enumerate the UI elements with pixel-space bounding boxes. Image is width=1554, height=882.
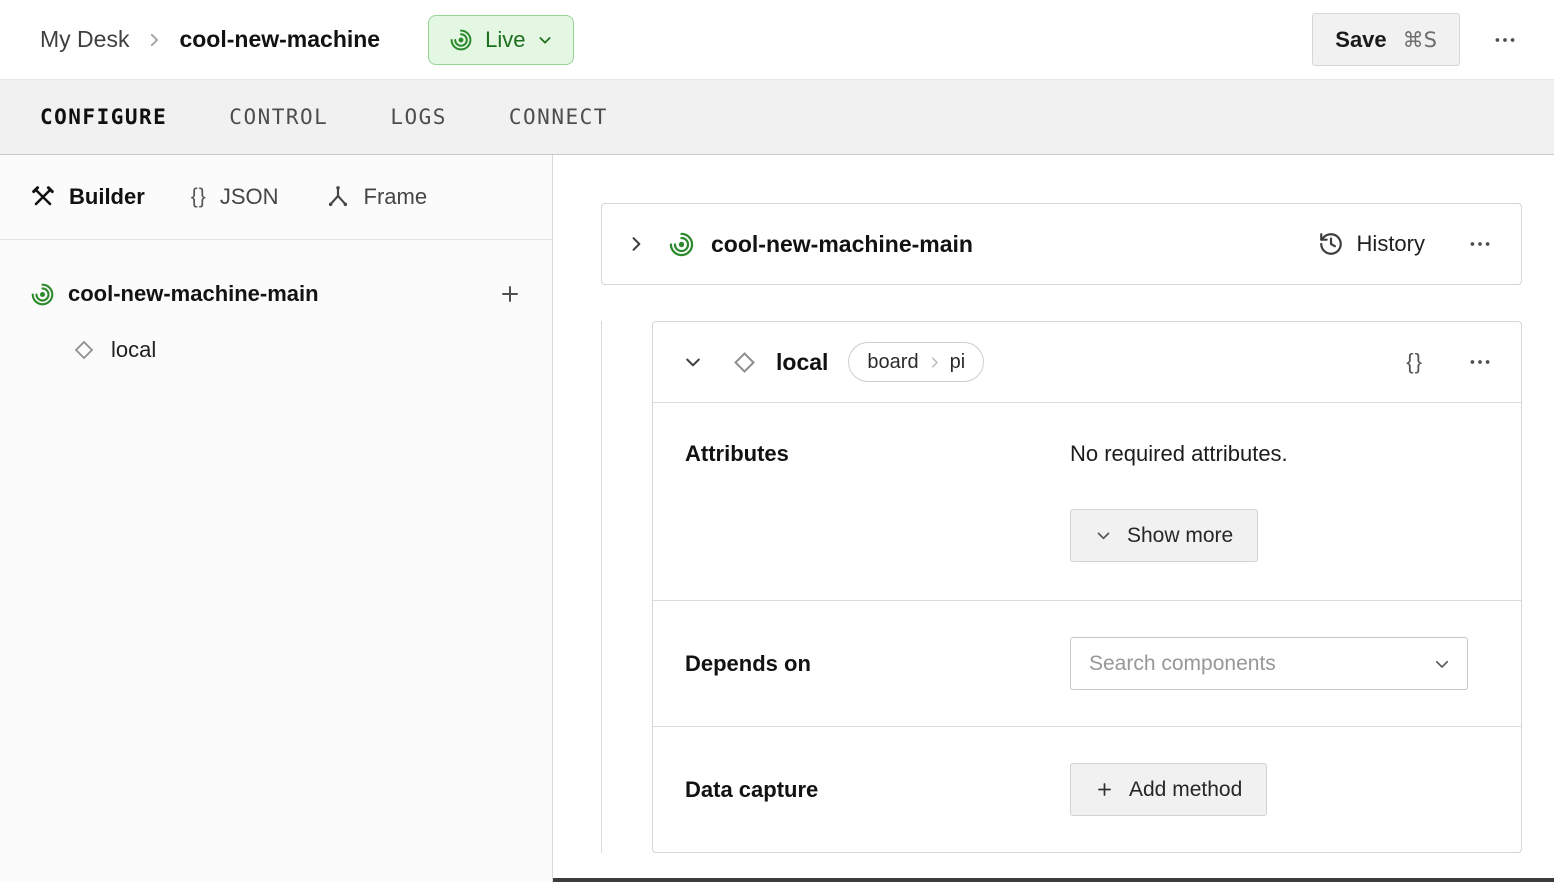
chevron-down-icon [1433,655,1451,673]
chevron-down-icon [1095,527,1112,544]
mode-frame[interactable]: Frame [325,184,428,210]
history-button[interactable]: History [1318,231,1425,257]
depends-on-section: Depends on Search components [653,600,1521,726]
mode-builder-label: Builder [69,184,145,210]
breadcrumb-current: cool-new-machine [179,26,380,53]
mode-json[interactable]: {} JSON [191,184,279,210]
show-more-button[interactable]: Show more [1070,509,1258,562]
component-type: board [867,351,918,374]
component-diamond-icon [731,349,758,376]
collapse-chevron-right-icon[interactable] [626,234,646,254]
tab-control[interactable]: CONTROL [229,105,328,129]
add-component-icon[interactable] [498,282,522,306]
add-method-label: Add method [1129,778,1242,802]
component-model: pi [950,351,966,374]
nested-components-wrap: local board pi {} [601,321,1522,853]
machine-signal-icon [668,231,695,258]
component-card-more-icon[interactable] [1467,349,1493,375]
content: Builder {} JSON Frame [0,155,1554,882]
live-badge-label: Live [485,27,525,53]
tab-logs[interactable]: LOGS [390,105,447,129]
depends-on-label: Depends on [685,651,1070,677]
depends-on-placeholder: Search components [1089,652,1276,676]
chevron-right-icon [927,355,942,370]
frame-axes-icon [325,184,351,210]
chevron-down-icon [537,32,553,48]
machine-card: cool-new-machine-main History [601,203,1522,285]
live-signal-icon [449,28,473,52]
chevron-right-icon [145,31,163,49]
save-shortcut: ⌘S [1403,28,1437,52]
attributes-label: Attributes [685,441,1070,562]
save-button[interactable]: Save ⌘S [1312,13,1460,66]
tools-icon [30,184,56,210]
mode-builder[interactable]: Builder [30,184,145,210]
attributes-section: Attributes No required attributes. Show … [653,402,1521,600]
component-card-header: local board pi {} [653,322,1521,402]
history-clock-icon [1318,231,1344,257]
add-method-button[interactable]: Add method [1070,763,1267,816]
machine-tree: cool-new-machine-main local [0,240,552,378]
tree-item-machine[interactable]: cool-new-machine-main [0,266,552,322]
live-status-dropdown[interactable]: Live [428,15,574,65]
breadcrumb: My Desk cool-new-machine [40,26,380,53]
collapse-chevron-down-icon[interactable] [683,352,703,372]
component-diamond-icon [72,338,96,362]
mode-json-label: JSON [220,184,279,210]
machine-signal-icon [30,282,55,307]
plus-icon [1095,780,1114,799]
component-card-title: local [776,349,828,376]
header-more-menu-icon[interactable] [1492,27,1518,53]
bottom-divider [553,878,1554,882]
data-capture-section: Data capture Add method [653,726,1521,852]
machine-card-title: cool-new-machine-main [711,231,973,258]
tree-local-label: local [111,337,156,363]
machine-tab-bar: CONFIGURE CONTROL LOGS CONNECT [0,80,1554,155]
data-capture-label: Data capture [685,777,1070,803]
depends-on-select[interactable]: Search components [1070,637,1468,690]
component-json-toggle[interactable]: {} [1406,349,1423,375]
save-button-label: Save [1335,27,1386,53]
machine-card-more-icon[interactable] [1467,231,1493,257]
component-type-pill: board pi [848,342,984,382]
braces-icon: {} [191,185,207,209]
breadcrumb-parent[interactable]: My Desk [40,26,129,53]
history-button-label: History [1357,231,1425,257]
view-mode-switcher: Builder {} JSON Frame [0,155,552,240]
app-header: My Desk cool-new-machine Live Save ⌘S [0,0,1554,80]
configure-main: cool-new-machine-main History [553,155,1554,882]
attributes-empty-text: No required attributes. [1070,441,1288,467]
mode-frame-label: Frame [364,184,428,210]
tree-item-local[interactable]: local [0,322,552,378]
show-more-label: Show more [1127,524,1233,548]
tab-connect[interactable]: CONNECT [509,105,608,129]
configure-sidebar: Builder {} JSON Frame [0,155,553,882]
tree-machine-label: cool-new-machine-main [68,281,319,307]
component-card-local: local board pi {} [652,321,1522,853]
tab-configure[interactable]: CONFIGURE [40,105,167,129]
